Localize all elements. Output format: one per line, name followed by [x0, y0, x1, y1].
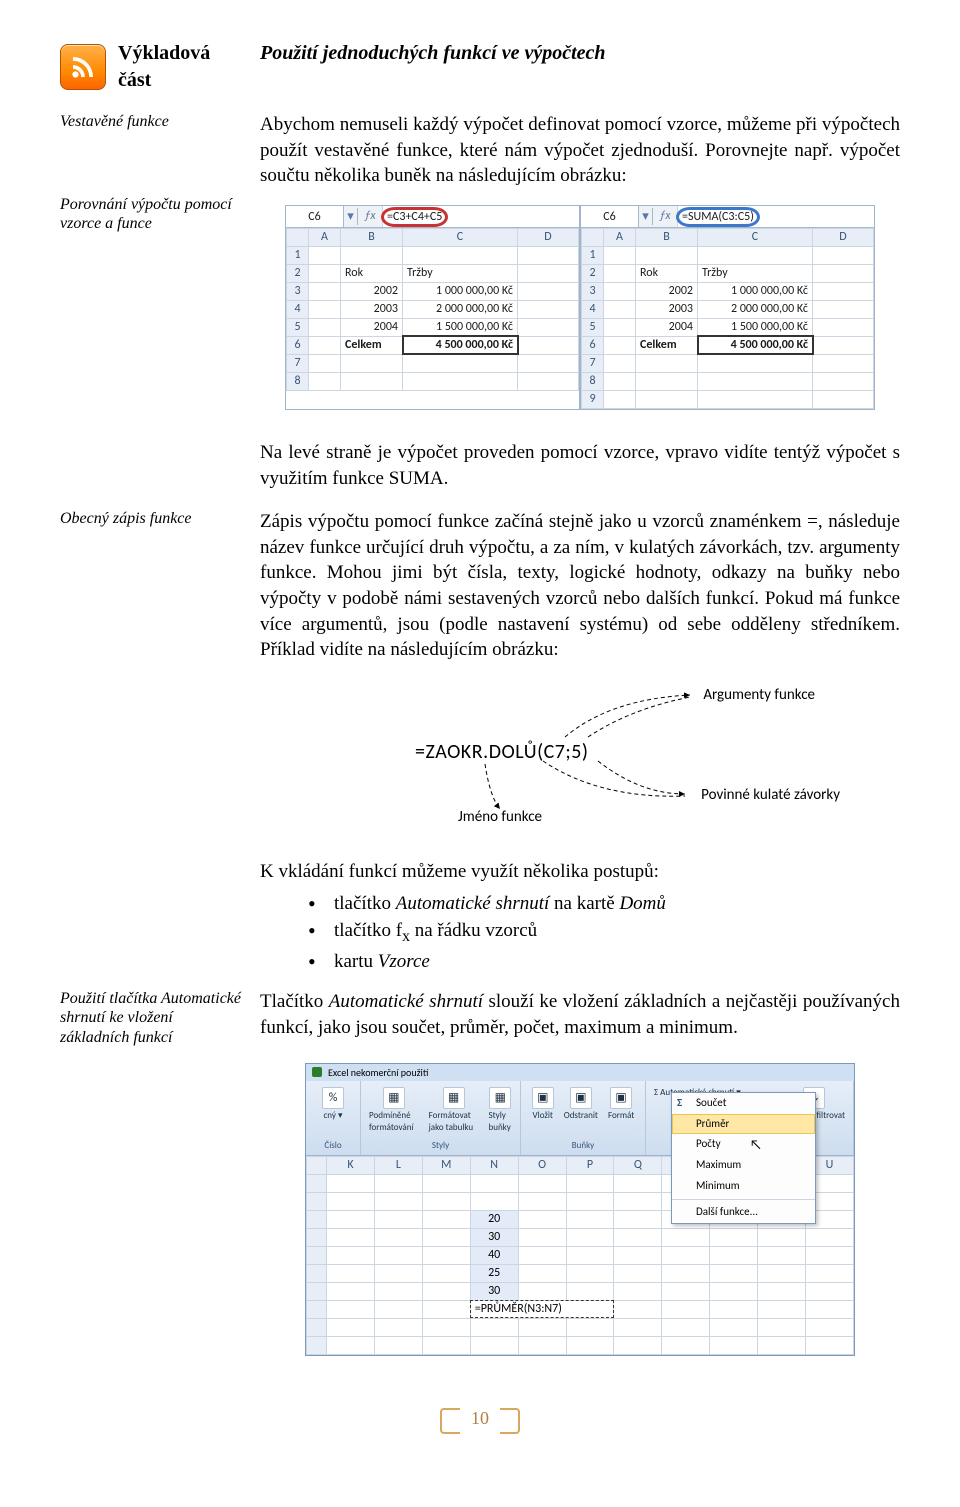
- page-header: Výkladová část Použití jednoduchých funk…: [60, 40, 900, 94]
- sidenote-builtin: Vestavěné funkce: [60, 112, 245, 131]
- formula-left: =C3+C4+C5: [382, 206, 579, 227]
- paragraph-1: Abychom nemuseli každý výpočet definovat…: [260, 112, 900, 189]
- group-styles: Styly: [432, 1140, 449, 1152]
- autosum-dropdown: Součet Průměr Počty Maximum Minimum Dalš…: [671, 1092, 816, 1224]
- conditional-formatting-button[interactable]: ▦Podmíněné formátování: [367, 1085, 421, 1136]
- window-titlebar: Excel nekomerční použití: [306, 1064, 854, 1082]
- delete-cells-button[interactable]: ▣Odstranit: [562, 1085, 600, 1124]
- anatomy-label-args: Argumenty funkce: [703, 685, 815, 705]
- dropdown-item-max[interactable]: Maximum: [672, 1155, 815, 1176]
- paragraph-4-intro: K vkládání funkcí můžeme využít několika…: [260, 859, 900, 885]
- list-item: tlačítko fx na řádku vzorců: [308, 918, 900, 947]
- mini-formula-cell: =PRŮMĚR(N3:N7): [470, 1300, 614, 1318]
- block-p5: Použití tlačítka Automatické shrnutí ke …: [60, 989, 900, 1051]
- block-p3: Obecný zápis funkce Zápis výpočtu pomocí…: [60, 509, 900, 669]
- format-cells-button[interactable]: ▣Formát: [606, 1085, 636, 1124]
- cursor-icon: ↖: [750, 1136, 762, 1155]
- block-p1: Vestavěné funkce Abychom nemuseli každý …: [60, 112, 900, 195]
- sidenote-general: Obecný zápis funkce: [60, 509, 245, 528]
- block-ribbon: Excel nekomerční použití %cný ▾ Číslo ▦P…: [60, 1051, 900, 1356]
- sidenote-autosum: Použití tlačítka Automatické shrnutí ke …: [60, 989, 245, 1047]
- group-cells: Buňky: [572, 1140, 595, 1152]
- paragraph-5: Tlačítko Automatické shrnutí slouží ke v…: [260, 989, 900, 1040]
- block-anatomy: =ZAOKR.DOLŮ(C7;5) Argumenty funkce Povin…: [60, 669, 900, 859]
- chevron-down-icon: ▾: [639, 208, 653, 226]
- anatomy-label-name: Jméno funkce: [458, 807, 542, 827]
- excel-left: C6 ▾ ƒx =C3+C4+C5 ABCD 1 2RokTržby 32002…: [285, 205, 580, 410]
- header-left: Výkladová část: [60, 40, 260, 94]
- header-right: Použití jednoduchých funkcí ve výpočtech: [260, 40, 900, 94]
- dropdown-item-avg[interactable]: Průměr: [672, 1114, 815, 1135]
- insert-methods-list: tlačítko Automatické shrnutí na kartě Do…: [260, 891, 900, 975]
- anatomy-formula: =ZAOKR.DOLŮ(C7;5): [415, 739, 588, 766]
- fx-icon: ƒx: [358, 208, 382, 224]
- list-item: tlačítko Automatické shrnutí na kartě Do…: [308, 891, 900, 917]
- ribbon-screenshot: Excel nekomerční použití %cný ▾ Číslo ▦P…: [305, 1063, 855, 1356]
- excel-right: C6 ▾ ƒx =SUMA(C3:C5) ABCD 1 2RokTržby 32…: [580, 205, 875, 410]
- insert-cells-button[interactable]: ▣Vložit: [530, 1085, 556, 1124]
- list-item: kartu Vzorce: [308, 949, 900, 975]
- rss-icon: [60, 44, 106, 90]
- paragraph-3: Zápis výpočtu pomocí funkce začíná stejn…: [260, 509, 900, 663]
- block-p4: K vkládání funkcí můžeme využít několika…: [60, 859, 900, 989]
- block-figure-pair: Porovnání výpočtu pomocí vzorce a funce …: [60, 195, 900, 440]
- page-title: Použití jednoduchých funkcí ve výpočtech: [260, 42, 606, 64]
- window-title: Excel nekomerční použití: [328, 1066, 428, 1080]
- paragraph-2: Na levé straně je výpočet proveden pomoc…: [260, 440, 900, 491]
- sidenote-comparison: Porovnání výpočtu pomocí vzorce a funce: [60, 195, 245, 233]
- format-as-table-button[interactable]: ▦Formátovat jako tabulku: [427, 1085, 481, 1136]
- dropdown-item-min[interactable]: Minimum: [672, 1176, 815, 1197]
- dropdown-item-more[interactable]: Další funkce...: [672, 1202, 815, 1223]
- page-number: 10: [440, 1406, 520, 1430]
- chevron-down-icon: ▾: [344, 208, 358, 226]
- number-format-button[interactable]: %cný ▾: [320, 1085, 346, 1124]
- cell-styles-button[interactable]: ▦Styly buňky: [487, 1085, 515, 1136]
- excel-icon: [312, 1067, 322, 1077]
- namebox-left: C6: [286, 206, 344, 227]
- formula-anatomy-figure: =ZAOKR.DOLŮ(C7;5) Argumenty funkce Povin…: [340, 679, 820, 829]
- block-p2: Na levé straně je výpočet proveden pomoc…: [60, 440, 900, 497]
- namebox-right: C6: [581, 206, 639, 227]
- group-number: Číslo: [324, 1140, 341, 1152]
- dropdown-item-sum[interactable]: Součet: [672, 1093, 815, 1114]
- formula-right: =SUMA(C3:C5): [677, 206, 874, 227]
- sheet-right: ABCD 1 2RokTržby 320021 000 000,00 Kč 42…: [581, 228, 874, 409]
- anatomy-label-paren: Povinné kulaté závorky: [701, 785, 840, 805]
- section-title: Výkladová část: [118, 40, 245, 94]
- dropdown-item-count[interactable]: Počty: [672, 1134, 815, 1155]
- fx-icon: ƒx: [653, 208, 677, 224]
- excel-comparison-figure: C6 ▾ ƒx =C3+C4+C5 ABCD 1 2RokTržby 32002…: [260, 205, 900, 410]
- sheet-left: ABCD 1 2RokTržby 320021 000 000,00 Kč 42…: [286, 228, 579, 391]
